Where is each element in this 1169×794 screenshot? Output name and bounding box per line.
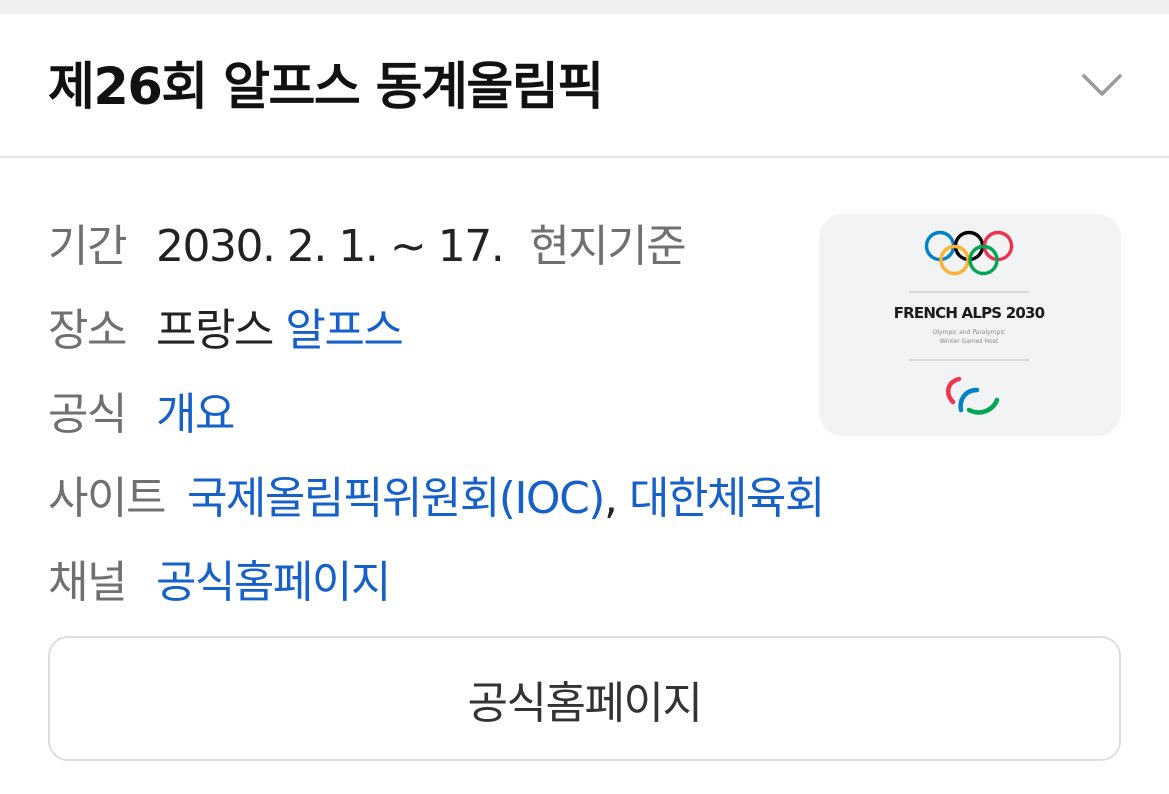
homepage-link[interactable]: 공식홈페이지 [156,546,391,610]
event-header[interactable]: 제26회 알프스 동계올림픽 [0,14,1169,158]
chevron-down-icon[interactable] [1078,68,1126,102]
official-homepage-button-label: 공식홈페이지 [467,677,703,729]
channel-row: 채널 공식홈페이지 [48,546,824,630]
site-row: 사이트 국제올림픽위원회(IOC), 대한체육회 [48,462,825,546]
logo-subtext-1: Olympic and Paralympic [933,329,1006,336]
period-value: 2030. 2. 1. ~ 17. [155,221,505,272]
venue-label: 장소 [48,305,127,356]
channel-label: 채널 [48,557,127,608]
ioc-link[interactable]: 국제올림픽위원회(IOC) [187,462,606,526]
kosoc-link[interactable]: 대한체육회 [629,462,825,526]
period-label: 기간 [48,221,127,272]
official-homepage-button[interactable]: 공식홈페이지 [48,636,1121,761]
venue-row: 장소 프랑스 알프스 [48,294,824,378]
venue-value: 프랑스 [155,305,274,356]
top-strip [0,0,1169,14]
event-info: 기간 2030. 2. 1. ~ 17. 현지기준 장소 프랑스 알프스 공식 … [48,210,825,630]
site-separator: , [603,473,618,524]
official-row: 공식 개요 [48,378,824,462]
logo-subtext-2: Winter Games Host [940,338,999,345]
overview-link[interactable]: 개요 [156,378,235,442]
event-logo-card[interactable]: FRENCH ALPS 2030 Olympic and Paralympic … [819,214,1121,436]
paralympic-agitos-icon [945,376,1000,415]
event-title: 제26회 알프스 동계올림픽 [48,58,604,117]
official-label: 공식 [48,389,127,440]
venue-link[interactable]: 알프스 [285,294,403,358]
period-row: 기간 2030. 2. 1. ~ 17. 현지기준 [48,210,824,294]
french-alps-2030-logo: FRENCH ALPS 2030 Olympic and Paralympic … [894,230,1045,415]
period-note: 현지기준 [529,221,686,272]
logo-title: FRENCH ALPS 2030 [894,304,1045,322]
olympic-rings-icon [924,230,1014,276]
site-label: 사이트 [48,473,166,524]
